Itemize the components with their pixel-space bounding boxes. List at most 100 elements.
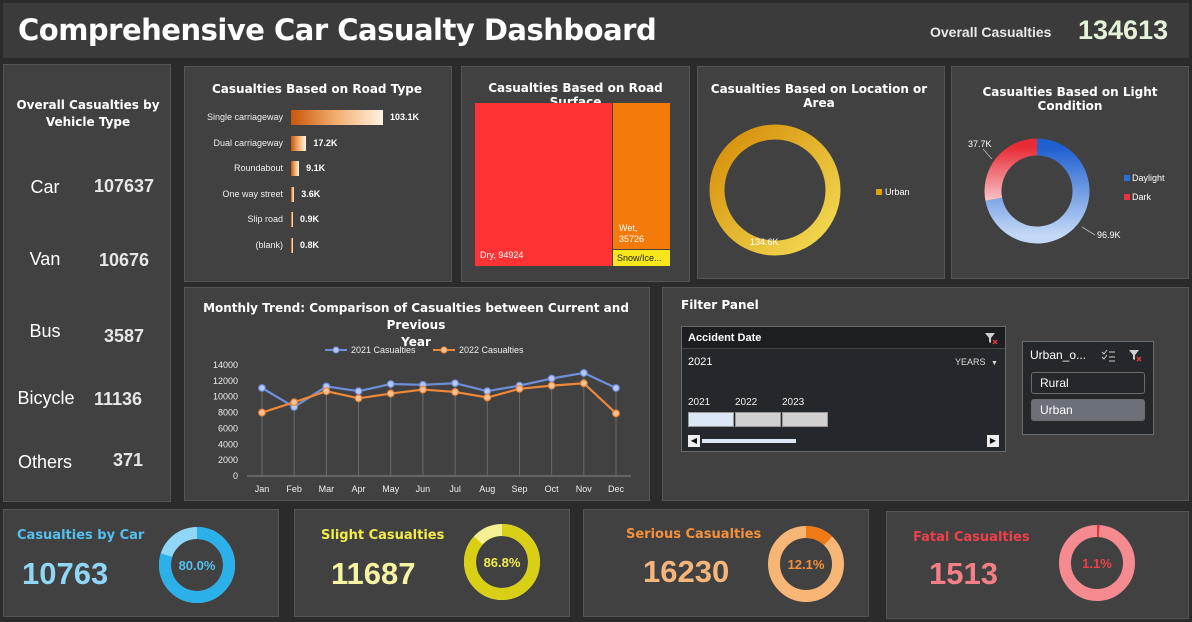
road-type-title: Casualties Based on Road Type bbox=[211, 82, 423, 96]
kpi-percent-label: 80.0% bbox=[179, 558, 216, 573]
treemap-wet-label: Wet, 35726 bbox=[619, 223, 644, 245]
kpi-serious-donut: 12.1% bbox=[768, 526, 844, 602]
road-type-bar[interactable] bbox=[291, 186, 295, 202]
x-tick-label: Jun bbox=[416, 484, 431, 494]
treemap-dry-label: Dry, 94924 bbox=[480, 250, 524, 260]
road-type-value-label: 3.6K bbox=[301, 188, 321, 199]
donut-slice-dark[interactable] bbox=[984, 138, 1038, 201]
slicer-option-urban[interactable]: Urban bbox=[1031, 399, 1145, 421]
kpi-fatal-donut: 1.1% bbox=[1059, 525, 1135, 601]
date-level-dropdown[interactable]: YEARS ▼ bbox=[955, 357, 998, 367]
data-point[interactable] bbox=[483, 393, 492, 402]
slicer-option-rural[interactable]: Rural bbox=[1031, 372, 1145, 394]
data-point[interactable] bbox=[451, 388, 459, 396]
overall-casualties-value: 134613 bbox=[1078, 15, 1169, 45]
legend-marker-daylight bbox=[1124, 175, 1130, 181]
data-point[interactable] bbox=[419, 385, 427, 394]
y-tick-label: 10000 bbox=[213, 392, 238, 402]
treemap-dry[interactable]: Dry, 94924 bbox=[475, 103, 612, 266]
road-type-category-label: (blank) bbox=[255, 239, 283, 250]
clear-filter-icon[interactable] bbox=[984, 331, 998, 345]
multi-select-icon[interactable] bbox=[1101, 350, 1115, 362]
x-tick-label: Apr bbox=[352, 484, 366, 494]
legend-urban-label: Urban bbox=[885, 187, 910, 197]
road-type-bar[interactable] bbox=[291, 212, 293, 227]
filter-panel-title: Filter Panel bbox=[681, 298, 759, 312]
dashboard-title: Comprehensive Car Casualty Dashboard bbox=[18, 13, 657, 47]
road-type-bar[interactable] bbox=[291, 110, 383, 125]
kpi-card-serious: Serious Casualties 16230 12.1% bbox=[583, 509, 869, 617]
x-tick-label: Aug bbox=[479, 484, 495, 494]
treemap-wet-label-name: Wet, bbox=[619, 223, 638, 233]
timeline-year-2022[interactable]: 2022 bbox=[735, 397, 757, 408]
y-tick-label: 14000 bbox=[213, 360, 238, 370]
data-point[interactable] bbox=[290, 398, 299, 407]
timeline-scrollbar[interactable]: ◀ ▶ bbox=[688, 435, 1001, 447]
data-point[interactable] bbox=[612, 384, 620, 392]
date-slicer-selected: 2021 bbox=[688, 356, 713, 368]
scroll-left-icon[interactable]: ◀ bbox=[688, 435, 700, 447]
kpi-percent-label: 1.1% bbox=[1082, 556, 1112, 571]
donut-slice-urban[interactable] bbox=[709, 124, 841, 256]
road-type-bar[interactable] bbox=[291, 135, 307, 151]
legend-point-marker bbox=[332, 346, 340, 354]
urban-slicer-title: Urban_o... bbox=[1030, 348, 1087, 362]
timeline-cell-2023[interactable] bbox=[782, 412, 828, 427]
legend-label: 2021 Casualties bbox=[351, 345, 416, 355]
data-point[interactable] bbox=[483, 387, 492, 396]
y-tick-label: 6000 bbox=[218, 423, 238, 433]
kpi-slight-donut: 86.8% bbox=[464, 524, 540, 600]
x-tick-label: May bbox=[382, 484, 400, 494]
light-condition-chart-panel: Casualties Based on Light Condition 37.7… bbox=[951, 66, 1189, 279]
vehicle-value-van: 10676 bbox=[98, 250, 150, 270]
scroll-thumb[interactable] bbox=[702, 439, 796, 443]
accident-date-slicer[interactable]: Accident Date 2021 YEARS ▼ 2021 2022 202… bbox=[681, 326, 1006, 452]
data-point[interactable] bbox=[386, 389, 395, 398]
kpi-slight-title: Slight Casualties bbox=[321, 528, 445, 543]
data-point[interactable] bbox=[579, 379, 588, 388]
vehicle-title-line1: Overall Casualties by bbox=[16, 98, 160, 112]
x-tick-label: Feb bbox=[286, 484, 302, 494]
urban-or-rural-slicer[interactable]: Urban_o... Rural Urban bbox=[1022, 341, 1154, 435]
kpi-card-car: Casualties by Car 10763 80.0% bbox=[3, 509, 279, 617]
timeline-cell-2021[interactable] bbox=[688, 412, 734, 427]
vehicle-value-others: 371 bbox=[112, 450, 144, 470]
road-type-bar[interactable] bbox=[291, 237, 293, 253]
overall-casualties-label: Overall Casualties bbox=[930, 24, 1052, 40]
data-point[interactable] bbox=[258, 384, 266, 392]
series-line-2022[interactable] bbox=[261, 382, 617, 415]
data-point[interactable] bbox=[386, 380, 395, 388]
data-point[interactable] bbox=[354, 394, 363, 403]
data-point[interactable] bbox=[515, 384, 524, 393]
road-type-category-label: Slip road bbox=[247, 214, 283, 224]
data-point[interactable] bbox=[354, 387, 363, 396]
data-point[interactable] bbox=[258, 408, 266, 417]
vehicle-name-van: Van bbox=[29, 249, 61, 269]
light-day-data-label: 96.9K bbox=[1097, 230, 1121, 240]
kpi-car-value: 10763 bbox=[22, 556, 109, 591]
kpi-fatal-value: 1513 bbox=[929, 556, 998, 591]
road-type-value-label: 9.1K bbox=[306, 163, 326, 173]
x-tick-label: Mar bbox=[319, 484, 335, 494]
data-point[interactable] bbox=[612, 409, 620, 418]
dashboard-header: Comprehensive Car Casualty Dashboard Ove… bbox=[3, 3, 1189, 58]
clear-filter-icon[interactable] bbox=[1128, 348, 1142, 362]
timeline-year-2023[interactable]: 2023 bbox=[782, 397, 804, 408]
timeline-cell-2022[interactable] bbox=[735, 412, 781, 427]
kpi-slight-value: 11687 bbox=[331, 556, 416, 591]
kpi-fatal-title: Fatal Casualties bbox=[913, 530, 1030, 545]
timeline-year-2021[interactable]: 2021 bbox=[688, 397, 710, 408]
vehicle-value-car: 107637 bbox=[93, 176, 155, 196]
data-point[interactable] bbox=[547, 374, 556, 383]
vehicle-type-title: Overall Casualties by Vehicle Type bbox=[4, 97, 172, 131]
scroll-right-icon[interactable]: ▶ bbox=[987, 435, 999, 447]
data-point[interactable] bbox=[451, 379, 459, 388]
kpi-card-slight: Slight Casualties 11687 86.8% bbox=[294, 509, 570, 617]
data-point[interactable] bbox=[547, 381, 556, 390]
treemap-wet[interactable]: Wet, 35726 bbox=[613, 103, 670, 249]
road-type-bar[interactable] bbox=[291, 161, 300, 176]
kpi-donut-fill bbox=[805, 526, 833, 546]
data-point[interactable] bbox=[322, 387, 331, 396]
treemap-snow[interactable]: Snow/Ice... bbox=[613, 250, 670, 266]
data-point[interactable] bbox=[579, 369, 588, 377]
